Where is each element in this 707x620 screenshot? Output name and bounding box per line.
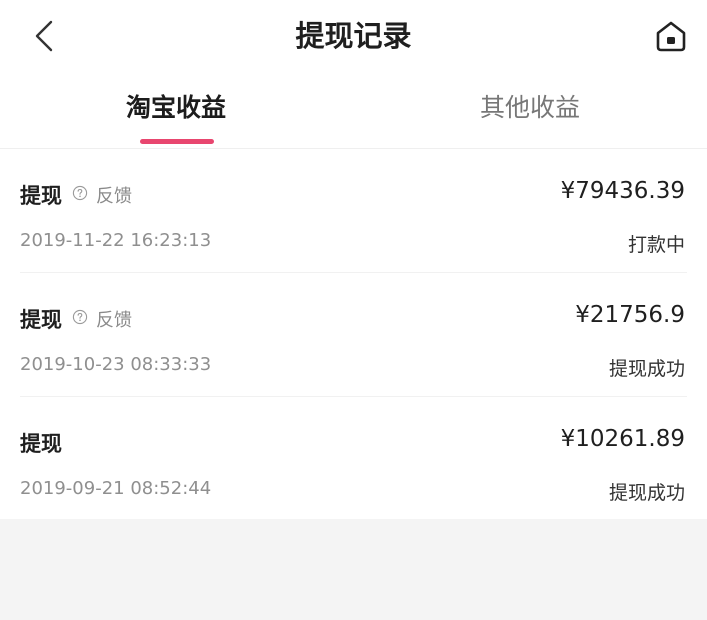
record-row[interactable]: 提现 ¥10261.89 2019-09-21 08:52:44 提现成功 [20, 397, 687, 519]
feedback-link[interactable]: 反馈 [96, 182, 132, 208]
feedback-link[interactable]: 反馈 [96, 306, 132, 332]
record-datetime: 2019-11-22 16:23:13 [20, 230, 212, 251]
record-row[interactable]: 提现 反馈 ¥79436.39 2019-11-22 16:23:13 打款中 [20, 149, 687, 273]
record-datetime: 2019-10-23 08:33:33 [20, 354, 212, 375]
record-type: 提现 [20, 308, 62, 332]
help-circle-icon[interactable] [72, 185, 88, 201]
active-tab-indicator [140, 139, 214, 144]
record-status: 打款中 [627, 234, 685, 256]
content-panel: 提现记录 淘宝收益 其他收益 提现 反馈 ¥79436.39 2019-11-2… [0, 0, 707, 519]
record-amount: ¥79436.39 [560, 178, 685, 204]
record-amount: ¥10261.89 [560, 426, 685, 452]
withdraw-records-screen: 提现记录 淘宝收益 其他收益 提现 反馈 ¥79436.39 2019-11-2… [0, 0, 707, 620]
record-row[interactable]: 提现 反馈 ¥21756.9 2019-10-23 08:33:33 提现成功 [20, 273, 687, 397]
record-type: 提现 [20, 184, 62, 208]
record-status: 提现成功 [608, 482, 685, 504]
record-type: 提现 [20, 432, 62, 456]
page-title: 提现记录 [295, 19, 412, 53]
home-icon [656, 21, 686, 52]
home-button[interactable] [649, 14, 693, 58]
record-status: 提现成功 [608, 358, 685, 380]
record-list: 提现 反馈 ¥79436.39 2019-11-22 16:23:13 打款中 … [0, 149, 707, 519]
record-amount: ¥21756.9 [575, 302, 685, 328]
tab-other-earnings[interactable]: 其他收益 [450, 88, 610, 128]
record-datetime: 2019-09-21 08:52:44 [20, 478, 212, 499]
tab-taobao-earnings[interactable]: 淘宝收益 [96, 88, 256, 128]
navigation-header: 提现记录 [0, 0, 707, 72]
tab-bar: 淘宝收益 其他收益 [0, 72, 707, 149]
help-circle-icon[interactable] [72, 309, 88, 325]
